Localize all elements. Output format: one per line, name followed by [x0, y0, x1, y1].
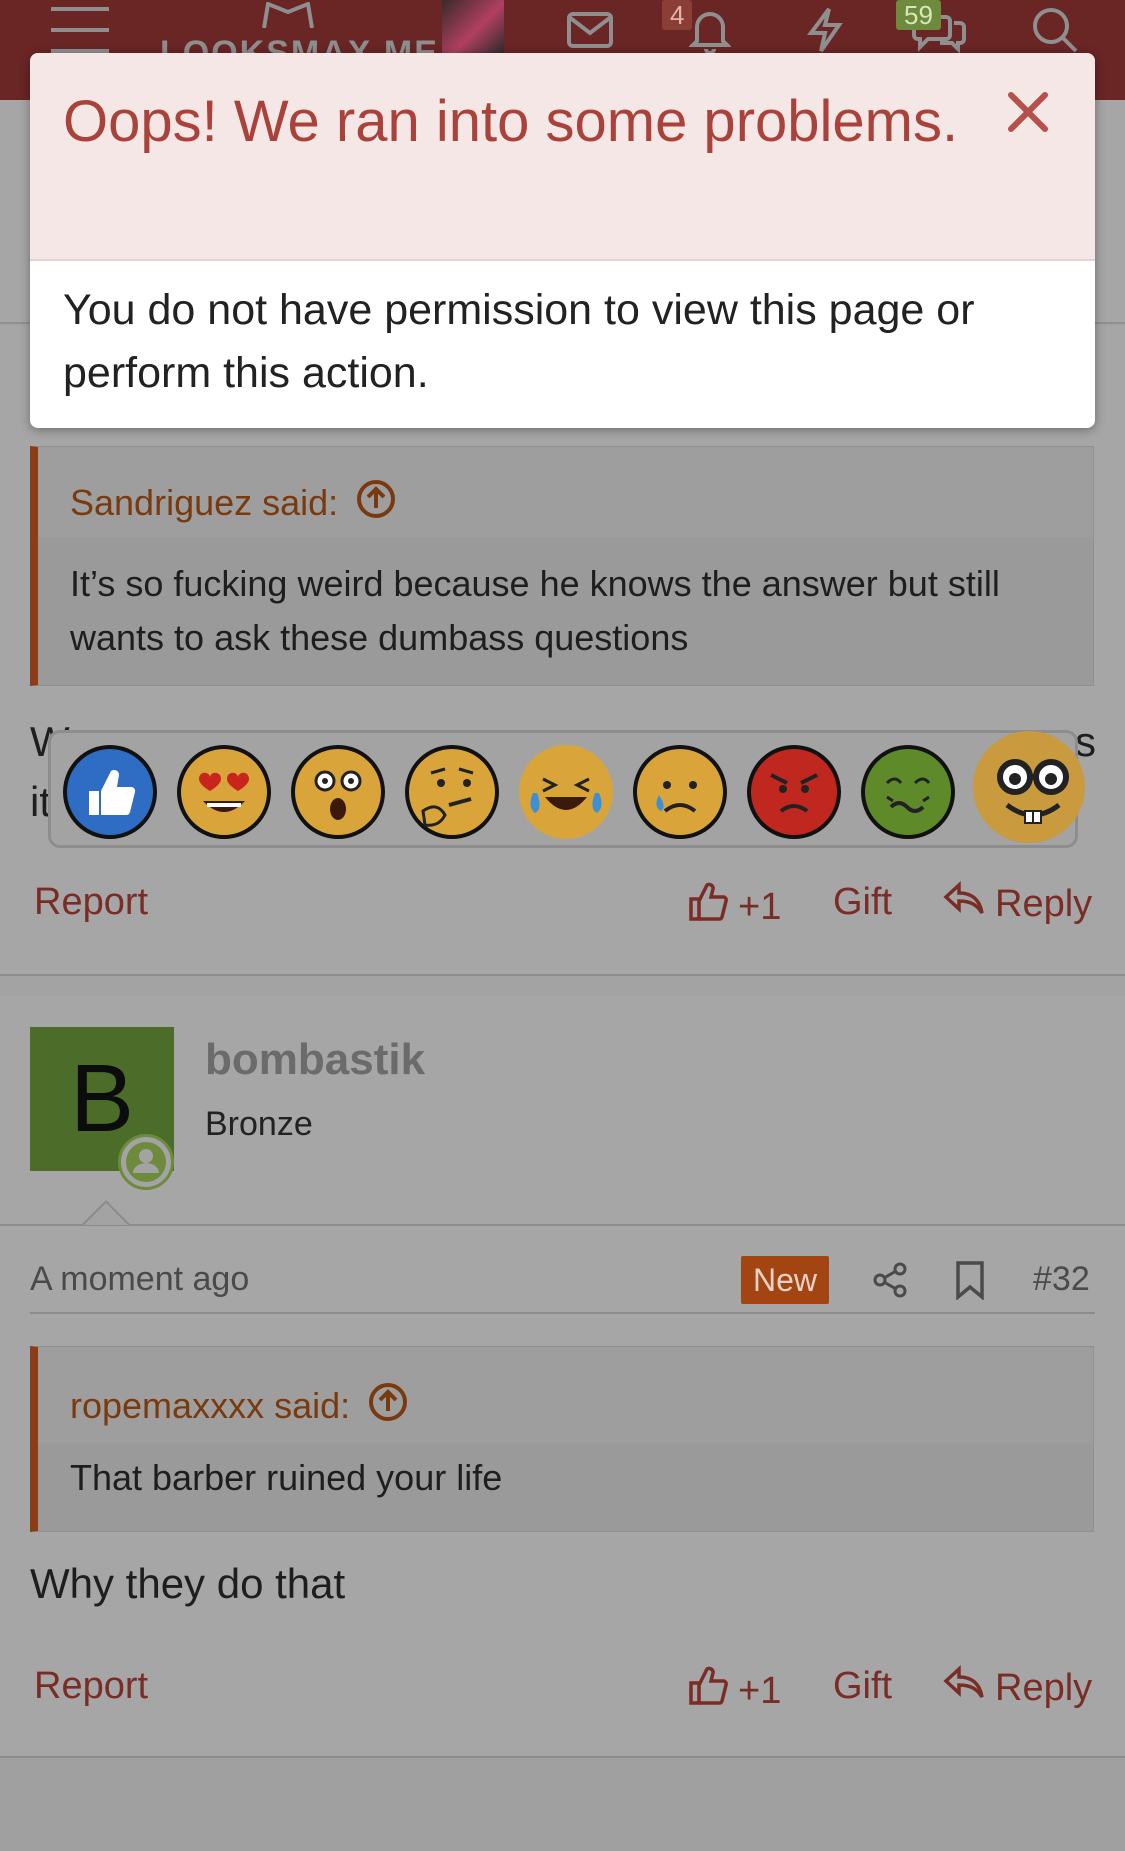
- quote-header[interactable]: ropemaxxxx said:: [38, 1347, 1093, 1443]
- reaction-nerd-icon[interactable]: [973, 731, 1085, 843]
- thumbs-up-icon: [688, 881, 728, 933]
- reaction-sad-icon[interactable]: [633, 745, 727, 839]
- quote-author[interactable]: ropemaxxxx said:: [70, 1385, 350, 1427]
- user-info-caret-fill: [84, 1203, 128, 1225]
- reaction-wow-icon[interactable]: [291, 745, 385, 839]
- reply-button[interactable]: Reply: [943, 1665, 1092, 1711]
- like-count: +1: [738, 1669, 782, 1712]
- report-link[interactable]: Report: [34, 881, 148, 924]
- share-icon[interactable]: [872, 1262, 908, 1303]
- alerts-count-badge: 4: [662, 0, 693, 30]
- search-icon[interactable]: [1020, 0, 1090, 60]
- like-button[interactable]: +1: [688, 1665, 781, 1717]
- error-modal: Oops! We ran into some problems. You do …: [30, 53, 1095, 428]
- online-status-icon: [118, 1134, 174, 1190]
- user-title: Bronze: [205, 1105, 313, 1143]
- user-info-divider: [0, 1224, 1125, 1226]
- error-modal-title: Oops! We ran into some problems.: [30, 53, 1095, 261]
- post-body: Why they do that: [30, 1560, 346, 1607]
- close-icon[interactable]: [1001, 85, 1055, 139]
- quote-block: Sandriguez said: It’s so fucking weird b…: [30, 446, 1094, 686]
- reaction-thinking-icon[interactable]: [405, 745, 499, 839]
- like-count: +1: [738, 885, 782, 928]
- bookmark-icon[interactable]: [955, 1260, 985, 1305]
- quote-text: It’s so fucking weird because he knows t…: [70, 563, 1000, 658]
- reply-button[interactable]: Reply: [943, 881, 1092, 927]
- error-modal-message: You do not have permission to view this …: [63, 286, 975, 397]
- reaction-love-icon[interactable]: [177, 745, 271, 839]
- gift-link[interactable]: Gift: [833, 881, 892, 924]
- arrow-up-circle-icon[interactable]: [368, 1382, 408, 1431]
- post-number[interactable]: #32: [1033, 1260, 1090, 1299]
- reaction-like-icon[interactable]: [63, 745, 157, 839]
- quote-header[interactable]: Sandriguez said:: [38, 447, 1093, 537]
- logo-mark-icon: [258, 0, 318, 30]
- gift-link[interactable]: Gift: [833, 1665, 892, 1708]
- user-avatar[interactable]: [442, 0, 504, 55]
- report-link[interactable]: Report: [34, 1665, 148, 1708]
- quote-text: That barber ruined your life: [70, 1457, 503, 1498]
- page-footer-area: [0, 1758, 1125, 1851]
- username[interactable]: bombastik: [205, 1035, 425, 1085]
- reply-label: Reply: [995, 1666, 1093, 1709]
- thumbs-up-icon: [688, 1665, 728, 1717]
- quote-block: ropemaxxxx said: That barber ruined your…: [30, 1346, 1094, 1532]
- hamburger-menu-icon[interactable]: [40, 0, 120, 60]
- reaction-angry-icon[interactable]: [747, 745, 841, 839]
- reply-label: Reply: [995, 882, 1093, 925]
- reply-arrow-icon: [943, 1665, 985, 1711]
- new-badge: New: [741, 1256, 830, 1304]
- post-separator: [0, 974, 1125, 976]
- arrow-up-circle-icon[interactable]: [356, 479, 396, 528]
- reply-arrow-icon: [943, 881, 985, 927]
- lightning-bolt-icon[interactable]: [795, 0, 855, 60]
- like-button[interactable]: +1: [688, 881, 781, 933]
- reaction-laugh-icon[interactable]: [519, 745, 613, 839]
- conversations-count-badge: 59: [896, 0, 941, 30]
- post-meta-divider: [30, 1312, 1095, 1314]
- reaction-picker: [48, 730, 1085, 848]
- quote-author[interactable]: Sandriguez said:: [70, 482, 338, 524]
- post-timestamp[interactable]: A moment ago: [30, 1260, 249, 1299]
- reaction-sick-icon[interactable]: [861, 745, 955, 839]
- inbox-icon[interactable]: [560, 0, 620, 60]
